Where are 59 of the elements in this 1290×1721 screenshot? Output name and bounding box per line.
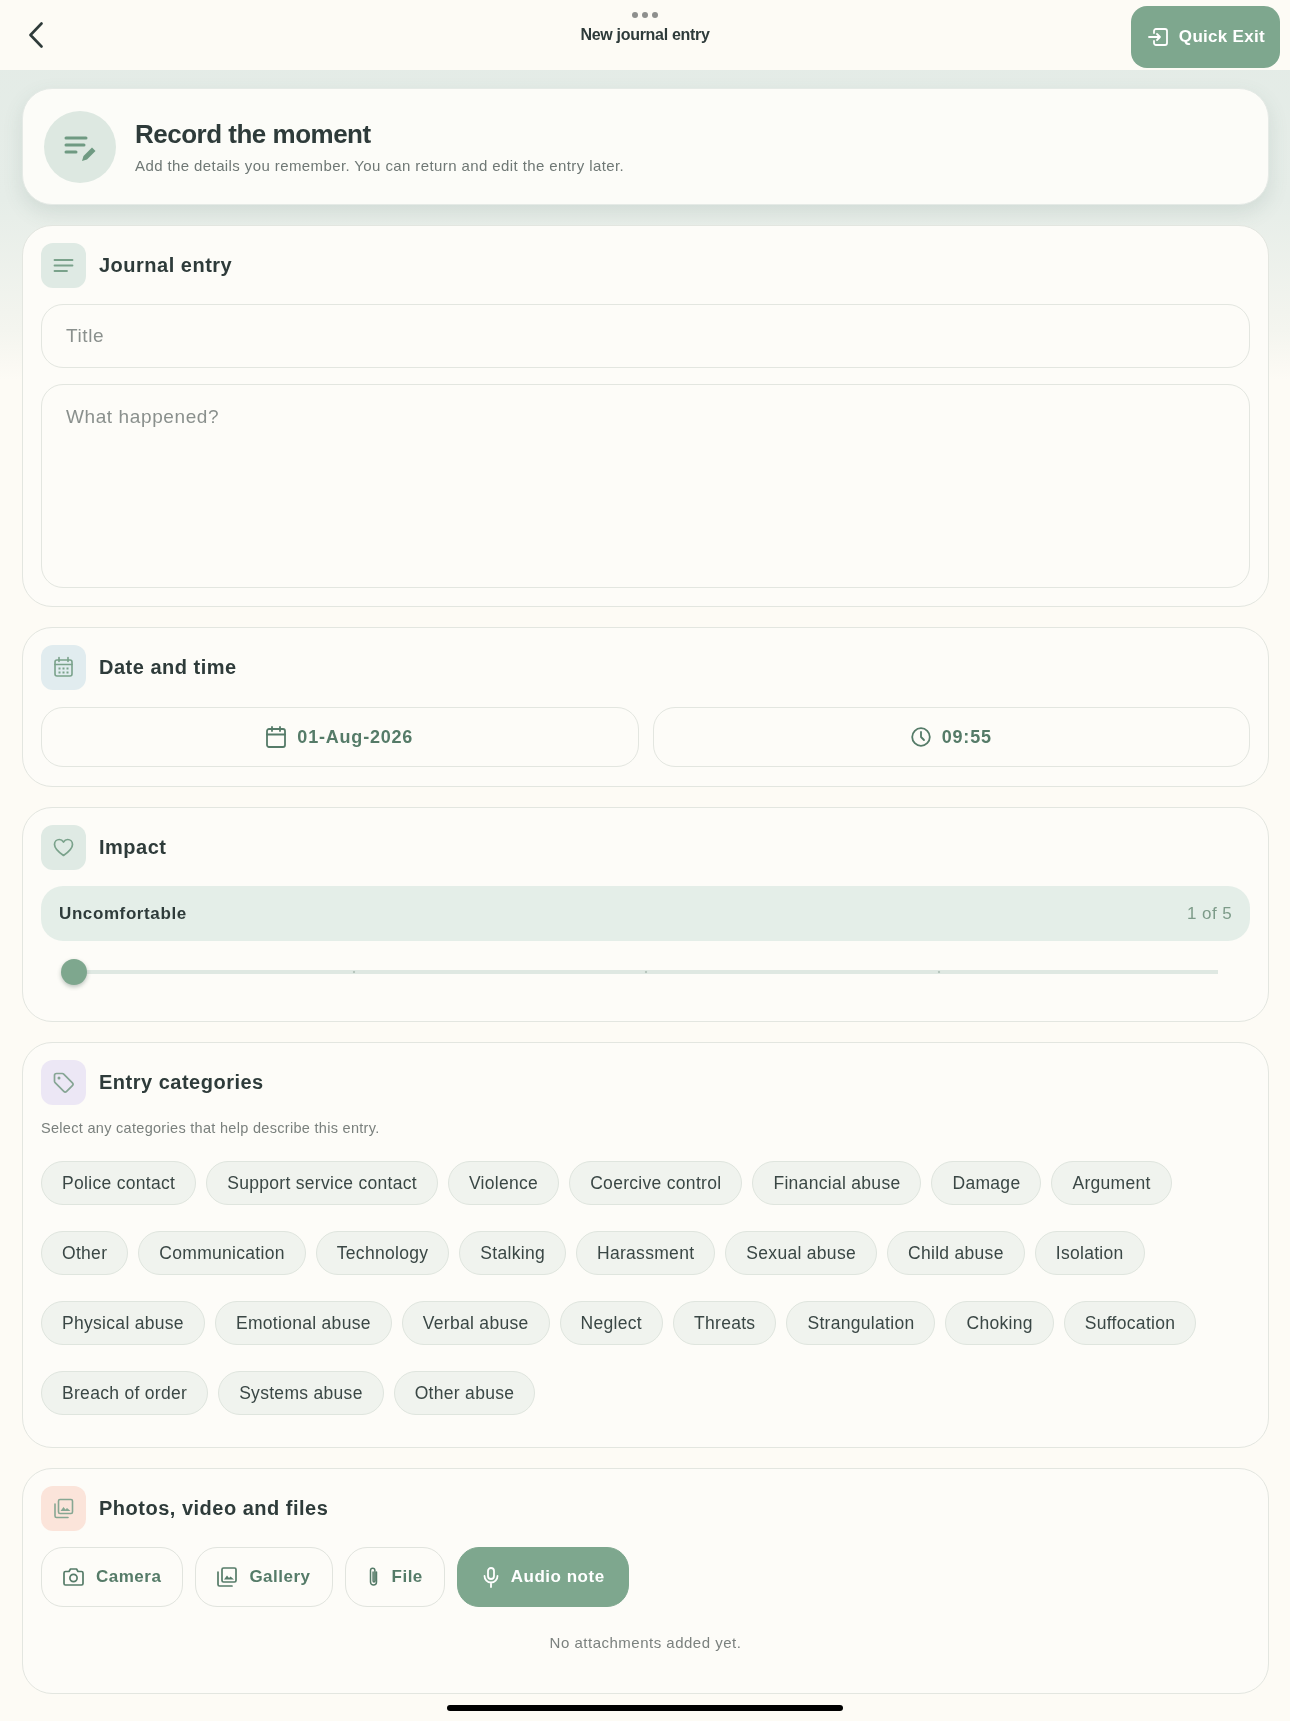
category-chip[interactable]: Emotional abuse: [214, 1301, 392, 1345]
category-chip[interactable]: Suffocation: [1063, 1301, 1197, 1345]
more-dots-icon[interactable]: [632, 12, 658, 18]
slider-thumb[interactable]: [61, 959, 87, 985]
screen-title: New journal entry: [580, 25, 710, 45]
no-attachments-text: No attachments added yet.: [548, 1633, 743, 1653]
category-chip[interactable]: Neglect: [559, 1301, 663, 1345]
calendar-icon: [41, 645, 86, 690]
clock-icon: [910, 727, 931, 747]
category-chip[interactable]: Other abuse: [393, 1371, 536, 1415]
images-icon: [217, 1567, 238, 1587]
category-chip[interactable]: Support service contact: [206, 1161, 438, 1205]
images-icon: [41, 1486, 86, 1531]
category-chip[interactable]: Violence: [447, 1161, 560, 1205]
category-chip[interactable]: Damage: [931, 1161, 1042, 1205]
category-chip[interactable]: Choking: [945, 1301, 1054, 1345]
section-heading: Photos, video and files: [99, 1497, 329, 1520]
exit-icon: [1147, 27, 1168, 47]
category-chip[interactable]: Other: [41, 1231, 129, 1275]
entry-text-field[interactable]: What happened?: [41, 384, 1250, 588]
camera-button[interactable]: Camera: [41, 1547, 184, 1607]
category-chip[interactable]: Technology: [315, 1231, 450, 1275]
category-chip[interactable]: Physical abuse: [41, 1301, 205, 1345]
category-chip[interactable]: Systems abuse: [218, 1371, 384, 1415]
text-lines-icon: [41, 243, 86, 288]
microphone-icon: [482, 1566, 499, 1588]
date-field[interactable]: 01-Aug-2026: [41, 707, 639, 767]
section-heading: Journal entry: [99, 254, 233, 277]
category-chip[interactable]: Sexual abuse: [725, 1231, 877, 1275]
category-chip[interactable]: Police contact: [41, 1161, 197, 1205]
tag-icon: [41, 1060, 86, 1105]
impact-label: Uncomfortable: [59, 903, 187, 924]
section-heading: Entry categories: [99, 1071, 264, 1094]
category-chip[interactable]: Stalking: [459, 1231, 566, 1275]
intro-subtitle: Add the details you remember. You can return and edit the entry later.: [135, 156, 625, 175]
category-chip[interactable]: Verbal abuse: [401, 1301, 550, 1345]
gallery-button[interactable]: Gallery: [195, 1547, 333, 1607]
impact-reading: 1 of 5: [1187, 903, 1232, 924]
section-heading: Impact: [99, 836, 167, 859]
category-chip[interactable]: Child abuse: [887, 1231, 1025, 1275]
category-chip[interactable]: Harassment: [576, 1231, 716, 1275]
categories-hint: Select any categories that help describe this entry.: [41, 1119, 381, 1138]
notes-pencil-icon: [44, 110, 116, 183]
file-button[interactable]: File: [344, 1547, 445, 1607]
category-chip[interactable]: Threats: [673, 1301, 777, 1345]
section-heading: Date and time: [99, 656, 237, 679]
category-chip[interactable]: Isolation: [1034, 1231, 1145, 1275]
back-icon[interactable]: [28, 22, 44, 48]
category-chip[interactable]: Financial abuse: [752, 1161, 922, 1205]
calendar-icon: [266, 726, 287, 748]
category-chip[interactable]: Coercive control: [569, 1161, 743, 1205]
title-field[interactable]: Title: [41, 304, 1250, 368]
category-chip[interactable]: Argument: [1051, 1161, 1172, 1205]
time-field[interactable]: 09:55: [652, 707, 1250, 767]
camera-icon: [63, 1568, 84, 1586]
category-chip[interactable]: Communication: [138, 1231, 306, 1275]
intro-title: Record the moment: [135, 118, 372, 149]
category-chip[interactable]: Breach of order: [41, 1371, 209, 1415]
category-chip[interactable]: Strangulation: [786, 1301, 936, 1345]
